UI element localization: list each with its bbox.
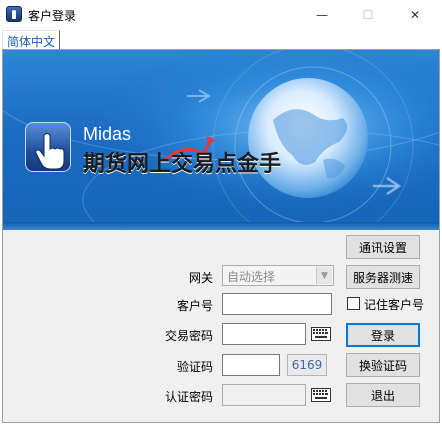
- gateway-label: 网关: [188, 271, 213, 285]
- captcha-image: 6169: [287, 354, 327, 376]
- comm-settings-button[interactable]: 通讯设置: [346, 235, 420, 259]
- maximize-button[interactable]: ☐: [345, 0, 391, 30]
- auth-password-input[interactable]: [222, 384, 306, 406]
- soft-keyboard-icon: [311, 388, 331, 402]
- tab-simplified-chinese[interactable]: 简体中文: [2, 30, 61, 50]
- captcha-label: 验证码: [176, 360, 213, 374]
- brand-name-cn: 期货网上交易点金手: [83, 152, 282, 177]
- login-button[interactable]: 登录: [346, 323, 420, 347]
- refresh-captcha-button[interactable]: 换验证码: [346, 353, 420, 377]
- chevron-down-icon: ▼: [316, 267, 332, 284]
- language-tab-bar: 简体中文: [0, 30, 442, 50]
- banner-divider: [3, 222, 439, 230]
- app-icon: [6, 6, 22, 22]
- trade-password-label: 交易密码: [164, 329, 213, 343]
- remember-account-checkbox[interactable]: [347, 297, 360, 310]
- auth-password-label: 认证密码: [164, 390, 213, 404]
- brand-name-en: Midas: [83, 124, 132, 144]
- banner: Midas 期货网上交易点金手: [3, 50, 439, 230]
- gateway-select[interactable]: 自动选择 ▼: [222, 265, 334, 286]
- gateway-selected-value: 自动选择: [227, 270, 276, 284]
- title-bar: 客户登录 — ☐ ✕: [0, 0, 442, 30]
- midas-logo-icon: [25, 122, 71, 172]
- minimize-button[interactable]: —: [299, 0, 345, 30]
- server-speedtest-button[interactable]: 服务器测速: [346, 265, 420, 289]
- exit-button[interactable]: 退出: [346, 383, 420, 407]
- account-input[interactable]: [222, 293, 332, 315]
- maximize-icon: ☐: [362, 8, 374, 22]
- close-icon: ✕: [409, 8, 421, 22]
- window-title: 客户登录: [28, 9, 77, 23]
- captcha-input[interactable]: [222, 354, 280, 376]
- close-button[interactable]: ✕: [392, 0, 438, 30]
- keyboard-icon[interactable]: [310, 325, 332, 343]
- remember-account-label[interactable]: 记住客户号: [364, 296, 424, 313]
- minimize-icon: —: [316, 8, 328, 22]
- login-form: 通讯设置 服务器测速 网关 自动选择 ▼ 客户号 记住客户号 交易密码 登录 验…: [3, 230, 439, 422]
- trade-password-input[interactable]: [222, 323, 306, 345]
- hand-pointer-icon: [35, 133, 65, 170]
- soft-keyboard-icon: [311, 327, 331, 341]
- keyboard-icon-auth[interactable]: [310, 386, 332, 404]
- account-label: 客户号: [176, 299, 213, 313]
- login-panel: Midas 期货网上交易点金手 通讯设置 服务器测速 网关 自动选择 ▼ 客户号…: [2, 49, 440, 423]
